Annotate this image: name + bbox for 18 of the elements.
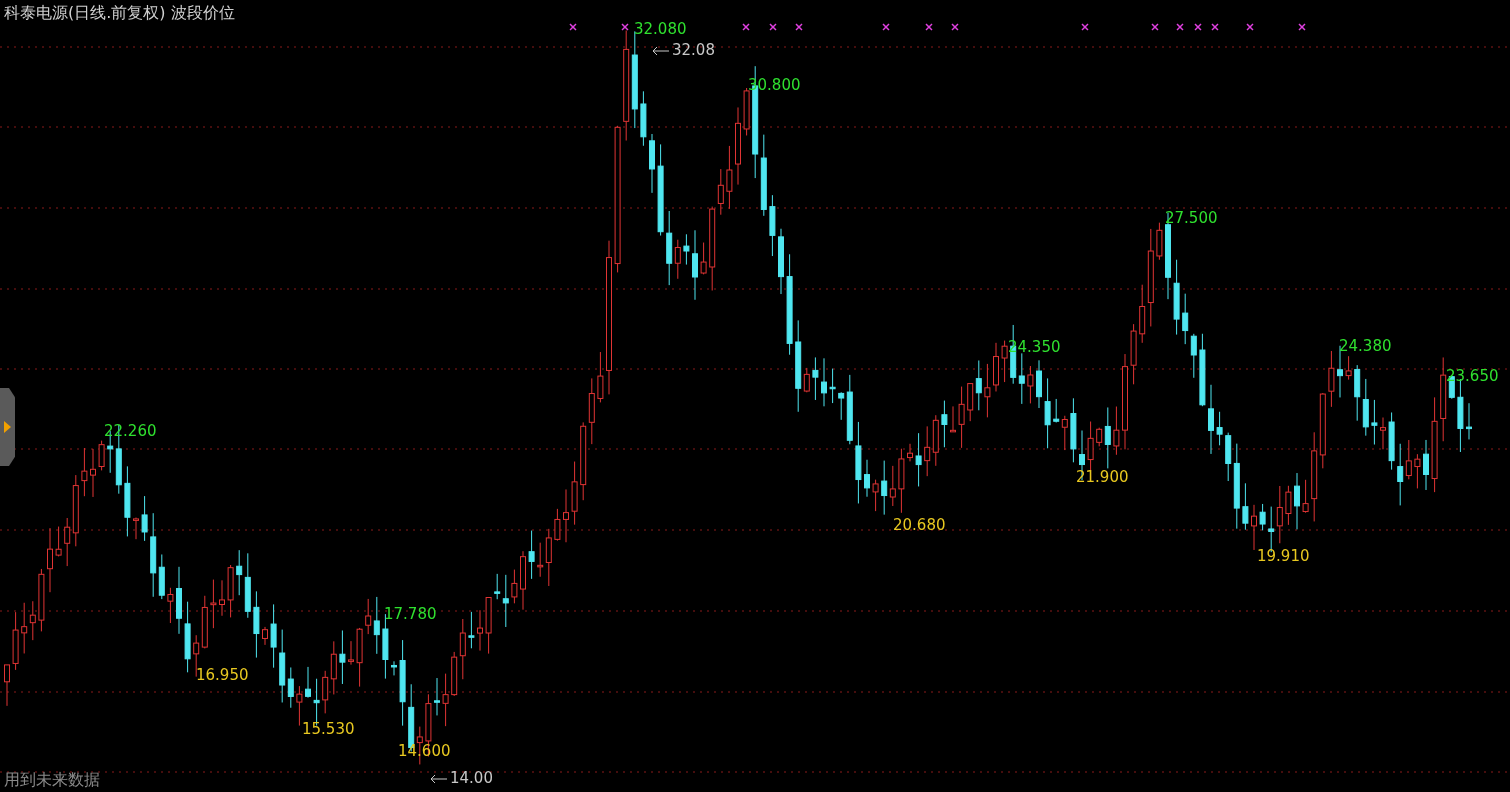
panel-handle[interactable]	[0, 388, 15, 466]
arrow-icon	[652, 45, 670, 56]
future-data-note: 用到未来数据	[3, 770, 101, 791]
price-marker: 32.08	[672, 43, 715, 58]
price-label: 27.500	[1165, 211, 1218, 226]
price-label: 19.910	[1257, 549, 1310, 564]
price-label: 20.680	[893, 518, 946, 533]
price-label: 21.900	[1076, 470, 1129, 485]
price-label: 24.380	[1339, 339, 1392, 354]
price-label: 16.950	[196, 668, 249, 683]
arrow-icon	[430, 773, 448, 784]
price-label: 15.530	[302, 722, 355, 737]
price-label: 23.650	[1446, 369, 1499, 384]
triangle-icon	[4, 421, 11, 433]
price-label: 32.080	[634, 22, 687, 37]
price-label: 17.780	[384, 607, 437, 622]
price-marker: 14.00	[450, 771, 493, 786]
chart-title: 科泰电源(日线.前复权) 波段价位	[3, 2, 236, 24]
